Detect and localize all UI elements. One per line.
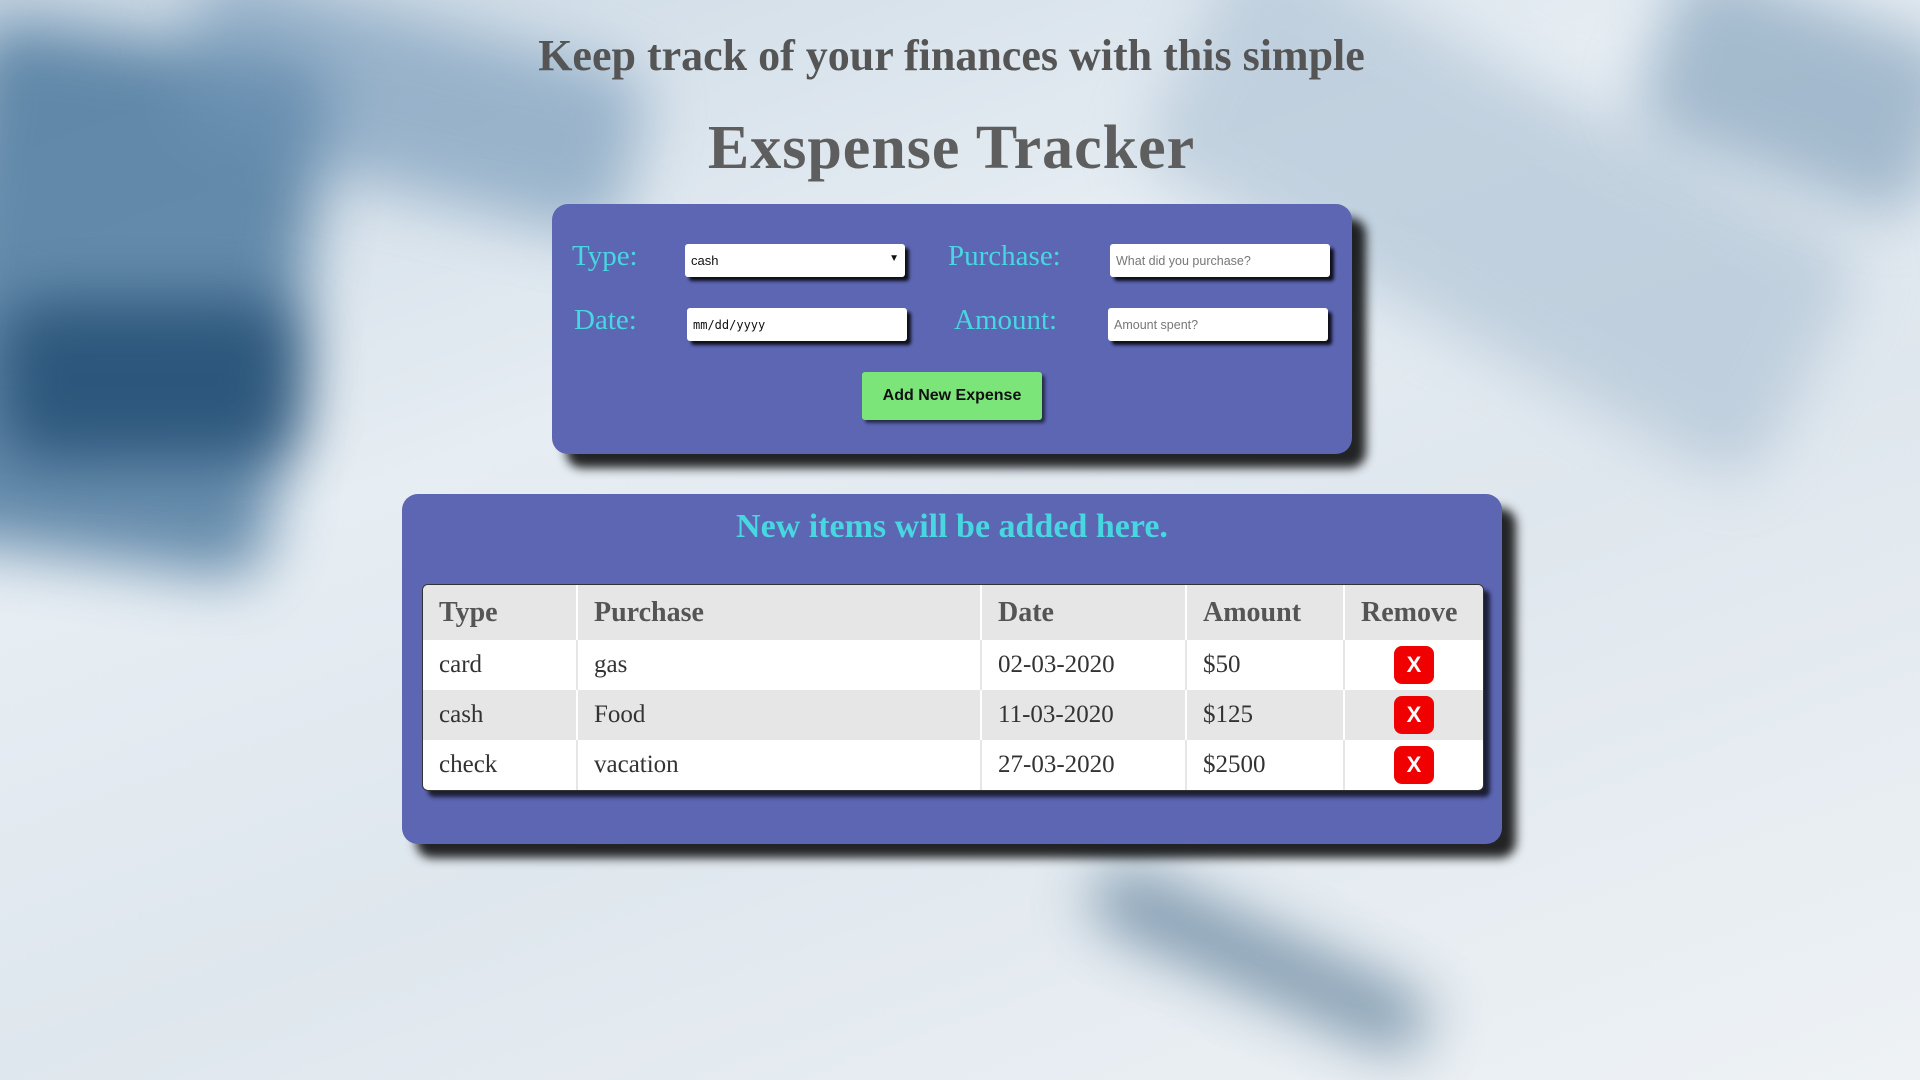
- column-header-remove: Remove: [1343, 585, 1483, 640]
- expense-list-card: New items will be added here. Type Purch…: [402, 494, 1502, 844]
- page-title: Exspense Tracker: [707, 114, 1196, 182]
- add-expense-button[interactable]: Add New Expense: [862, 372, 1042, 420]
- cell-date: 27-03-2020: [980, 740, 1186, 790]
- table-row: check vacation 27-03-2020 $2500 X: [423, 740, 1483, 790]
- table-row: card gas 02-03-2020 $50 X: [423, 640, 1483, 690]
- date-input-placeholder: mm/dd/yyyy: [693, 317, 766, 332]
- purchase-input[interactable]: What did you purchase?: [1110, 244, 1330, 277]
- expense-table: Type Purchase Date Amount Remove card ga…: [423, 585, 1483, 790]
- type-select[interactable]: cash ▼: [685, 244, 905, 277]
- list-heading: New items will be added here.: [736, 508, 1168, 545]
- cell-purchase: gas: [576, 640, 981, 690]
- chevron-down-icon: ▼: [889, 253, 899, 264]
- purchase-label: Purchase:: [948, 240, 1061, 272]
- remove-button[interactable]: X: [1394, 646, 1434, 684]
- expense-form: Type: cash ▼ Purchase: What did you purc…: [552, 204, 1352, 454]
- type-select-value: cash: [691, 253, 719, 268]
- column-header-amount: Amount: [1185, 585, 1344, 640]
- cell-amount: $2500: [1185, 740, 1344, 790]
- cell-amount: $50: [1185, 640, 1344, 690]
- remove-button[interactable]: X: [1394, 746, 1434, 784]
- column-header-type: Type: [423, 585, 577, 640]
- purchase-input-placeholder: What did you purchase?: [1116, 253, 1251, 268]
- cell-amount: $125: [1185, 690, 1344, 740]
- expense-table-container: Type Purchase Date Amount Remove card ga…: [422, 584, 1484, 791]
- date-label: Date:: [574, 304, 637, 336]
- type-label: Type:: [572, 240, 638, 272]
- cell-remove: X: [1343, 740, 1483, 790]
- cell-purchase: vacation: [576, 740, 981, 790]
- date-input[interactable]: mm/dd/yyyy: [687, 308, 907, 341]
- column-header-date: Date: [980, 585, 1186, 640]
- cell-type: check: [439, 751, 498, 778]
- cell-date: 11-03-2020: [980, 690, 1186, 740]
- column-header-purchase: Purchase: [576, 585, 981, 640]
- remove-button[interactable]: X: [1394, 696, 1434, 734]
- cell-date: 02-03-2020: [980, 640, 1186, 690]
- cell-type: cash: [423, 690, 577, 740]
- amount-input[interactable]: Amount spent?: [1108, 308, 1328, 341]
- cell-remove: X: [1343, 690, 1483, 740]
- cell-purchase: Food: [576, 690, 981, 740]
- table-row: cash Food 11-03-2020 $125 X: [423, 690, 1483, 740]
- table-header-row: Type Purchase Date Amount Remove: [423, 585, 1483, 640]
- page-subtitle: Keep track of your finances with this si…: [538, 31, 1365, 80]
- amount-label: Amount:: [954, 304, 1058, 336]
- cell-type: card: [439, 651, 483, 678]
- cell-remove: X: [1343, 640, 1483, 690]
- amount-input-placeholder: Amount spent?: [1114, 317, 1199, 332]
